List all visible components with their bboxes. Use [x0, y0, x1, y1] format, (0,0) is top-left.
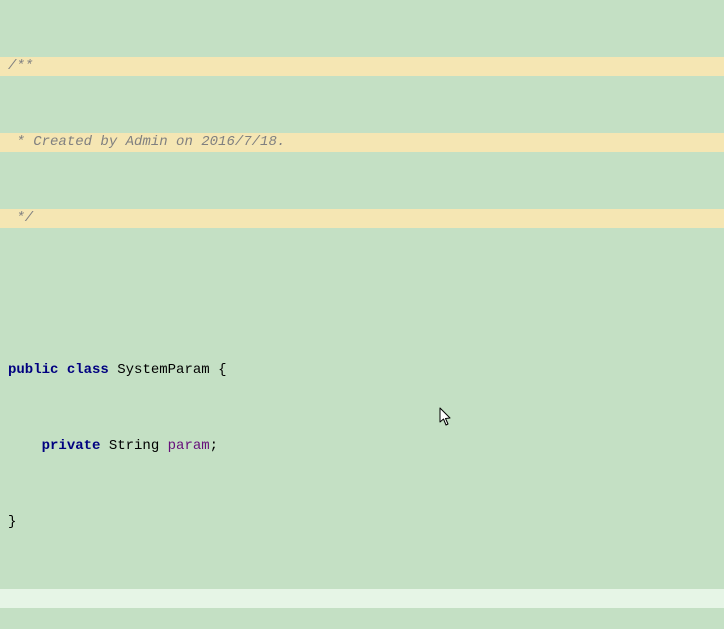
code-line[interactable]: */ [0, 209, 724, 228]
field-name: param [168, 438, 210, 454]
code-line[interactable]: } [0, 513, 724, 532]
brace-open: { [210, 362, 227, 378]
code-line[interactable]: private String param; [0, 437, 724, 456]
javadoc-open: /** [8, 58, 33, 74]
code-line[interactable]: public class SystemParam { [0, 361, 724, 380]
semicolon: ; [210, 438, 218, 454]
class-name: SystemParam [117, 362, 209, 378]
javadoc-close: */ [8, 210, 33, 226]
code-line-current[interactable] [0, 589, 724, 608]
brace-close: } [8, 514, 16, 530]
kw-class: class [67, 362, 109, 378]
code-line[interactable]: /** [0, 57, 724, 76]
type-string: String [109, 438, 159, 454]
code-line[interactable]: * Created by Admin on 2016/7/18. [0, 133, 724, 152]
javadoc-body: * Created by Admin on 2016/7/18. [8, 134, 285, 150]
kw-private: private [42, 438, 101, 454]
code-editor[interactable]: /** * Created by Admin on 2016/7/18. */ … [0, 0, 724, 629]
code-line[interactable] [0, 285, 724, 304]
kw-public: public [8, 362, 58, 378]
